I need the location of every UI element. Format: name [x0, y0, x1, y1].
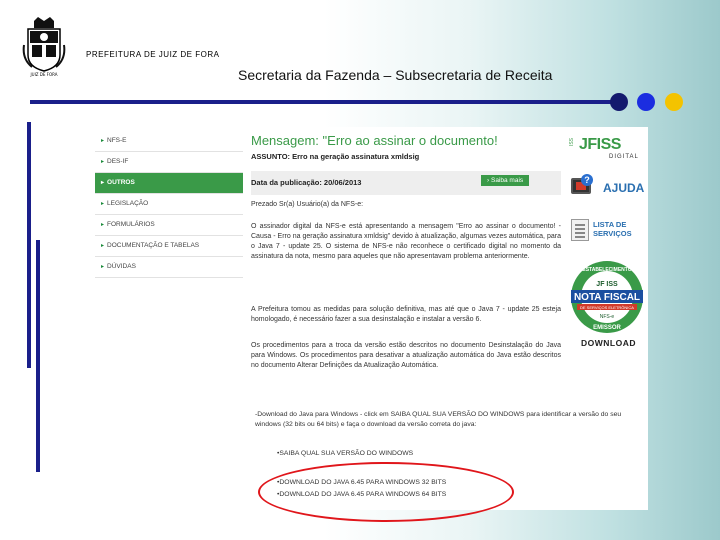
sidebar-item-outros[interactable]: ▸ OUTROS — [95, 173, 243, 194]
ajuda-banner[interactable]: ? AJUDA — [569, 174, 645, 204]
sidebar-item-label: FORMULÁRIOS — [107, 221, 155, 228]
publication-date: Data da publicação: 20/06/2013 — [251, 178, 362, 187]
document-icon — [571, 219, 589, 241]
chevron-right-icon: ▸ — [101, 138, 105, 144]
sidebar-nav: ▸ NFS-E ▸ DES-IF ▸ OUTROS ▸ LEGISLAÇÃO ▸ FORM… — [95, 131, 243, 278]
sidebar-item-label: DES-IF — [107, 158, 129, 165]
chevron-right-icon: ▸ — [101, 243, 105, 249]
message-subject: ASSUNTO: Erro na geração assinatura xmld… — [251, 152, 420, 161]
chevron-right-icon: ▸ — [101, 222, 105, 228]
saiba-versao-link[interactable]: •SAIBA QUAL SUA VERSÃO DO WINDOWS — [277, 450, 413, 457]
website-screenshot: ▸ NFS-E ▸ DES-IF ▸ OUTROS ▸ LEGISLAÇÃO ▸ FORM… — [95, 127, 648, 510]
highlight-ellipse — [258, 462, 514, 522]
badge-main-label: NOTA FISCAL — [574, 292, 640, 303]
badge-iss-label: JF ISS — [596, 281, 618, 288]
crest-caption: JUIZ DE FORA — [30, 72, 58, 77]
badge-bottom-label: EMISSOR — [593, 325, 621, 331]
badge-sub-label: DE SERVIÇOS ELETRÔNICA — [580, 305, 634, 310]
question-icon: ? — [581, 174, 593, 186]
lista-servicos-banner[interactable]: LISTA DE SERVIÇOS — [569, 215, 645, 245]
sidebar-item-formularios[interactable]: ▸ FORMULÁRIOS — [95, 215, 243, 236]
sidebar-item-legislacao[interactable]: ▸ LEGISLAÇÃO — [95, 194, 243, 215]
sidebar-item-label: DÚVIDAS — [107, 263, 136, 270]
greeting: Prezado Sr(a) Usuário(a) da NFS-e: — [251, 201, 364, 208]
nota-fiscal-badge[interactable]: ESTABELECIMENTO JF ISS NOTA FISCAL DE SE… — [569, 253, 645, 341]
sidebar-item-duvidas[interactable]: ▸ DÚVIDAS — [95, 257, 243, 278]
sidebar-item-label: LEGISLAÇÃO — [107, 200, 149, 207]
badge-top-label: ESTABELECIMENTO — [582, 267, 631, 273]
sidebar-item-desif[interactable]: ▸ DES-IF — [95, 152, 243, 173]
city-crest-logo: JUIZ DE FORA — [22, 17, 66, 77]
message-paragraph: Os procedimentos para a troca da versão … — [251, 342, 561, 369]
sidebar-item-nfse[interactable]: ▸ NFS-E — [95, 131, 243, 152]
right-sidebar: ISS JFISS DIGITAL ? AJUDA LISTA DE SERVI… — [565, 127, 648, 510]
side-rule — [27, 122, 31, 368]
side-rule-secondary — [36, 240, 40, 472]
saiba-mais-label: Saiba mais — [490, 177, 524, 184]
fiss-digital-label: DIGITAL — [609, 154, 639, 160]
message-paragraph: O assinador digital da NFS-e está aprese… — [251, 223, 561, 260]
accent-dot-yellow — [665, 93, 683, 111]
chevron-right-icon: ▸ — [101, 180, 105, 186]
jfiss-digital-banner[interactable]: ISS JFISS DIGITAL — [569, 132, 645, 162]
accent-dot-navy — [610, 93, 628, 111]
fiss-vertical-label: ISS — [569, 138, 575, 147]
download-label[interactable]: DOWNLOAD — [581, 338, 636, 348]
chevron-right-icon: ▸ — [101, 201, 105, 207]
sidebar-item-label: NFS-E — [107, 137, 127, 144]
header-rule — [30, 100, 615, 104]
sidebar-item-documentacao[interactable]: ▸ DOCUMENTAÇÃO E TABELAS — [95, 236, 243, 257]
servicos-label: LISTA DE SERVIÇOS — [593, 220, 632, 238]
org-name: PREFEITURA DE JUIZ DE FORA — [86, 50, 220, 59]
slide-title: Secretaria da Fazenda – Subsecretaria de… — [238, 67, 553, 83]
message-paragraph: A Prefeitura tomou as medidas para soluç… — [251, 306, 561, 323]
chevron-right-icon: ▸ — [101, 264, 105, 270]
chevron-right-icon: ▸ — [101, 159, 105, 165]
message-title: Mensagem: "Erro ao assinar o documento! — [251, 133, 498, 148]
message-content: Mensagem: "Erro ao assinar o documento! … — [251, 127, 621, 510]
saiba-mais-button[interactable]: › Saiba mais — [481, 175, 530, 186]
sidebar-item-label: OUTROS — [107, 179, 135, 186]
ajuda-label: AJUDA — [603, 181, 645, 195]
accent-dot-blue — [637, 93, 655, 111]
sidebar-item-label: DOCUMENTAÇÃO E TABELAS — [107, 242, 200, 249]
jfiss-logo: JFISS — [579, 136, 621, 153]
badge-nfse-label: NFS-e — [600, 314, 615, 320]
